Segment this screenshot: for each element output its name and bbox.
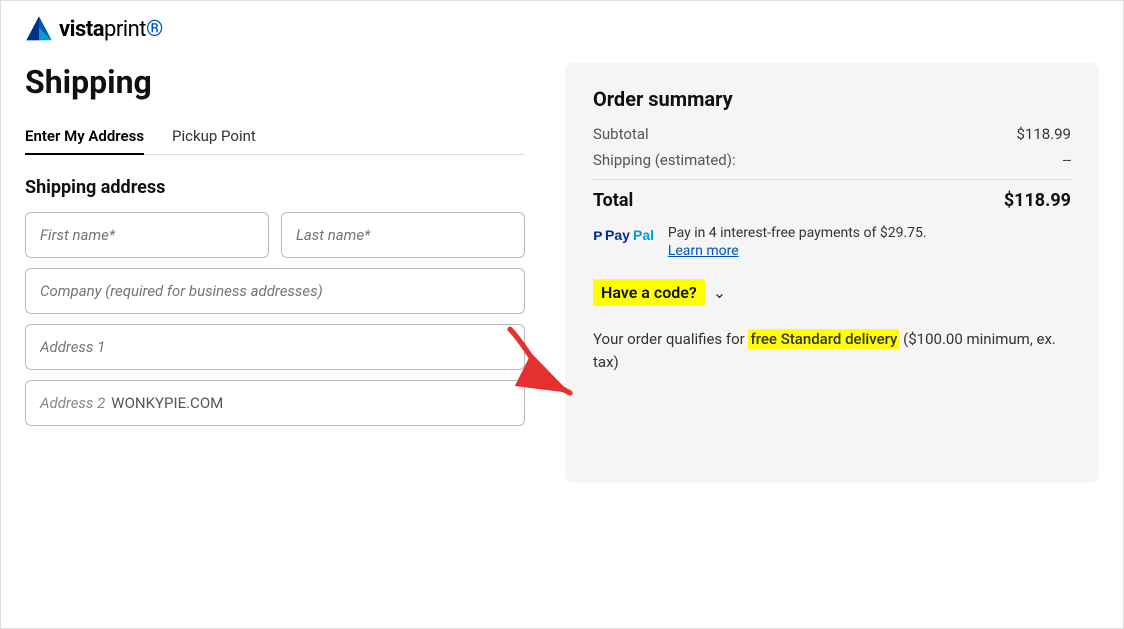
shipping-tabs: Enter My Address Pickup Point — [25, 119, 525, 155]
paypal-payment-text: Pay in 4 interest-free payments of $29.7… — [668, 225, 927, 241]
tab-enter-my-address[interactable]: Enter My Address — [25, 119, 144, 155]
svg-text:Pal: Pal — [633, 227, 654, 243]
paypal-icon: Pay Pal — [605, 226, 660, 244]
shipping-value: -- — [1063, 151, 1071, 169]
shipping-row: Shipping (estimated): -- — [593, 151, 1071, 169]
address2-field-wrap: Address 2 WONKYPIE.COM — [25, 380, 525, 426]
svg-text:Pay: Pay — [605, 227, 630, 243]
logo-text: vistaprint® — [59, 17, 163, 42]
paypal-section: ᴘ Pay Pal Pay in 4 interest-free payment… — [593, 225, 1071, 259]
logo: vistaprint® — [25, 15, 1099, 43]
address1-field-wrap — [25, 324, 525, 370]
subtotal-row: Subtotal $118.99 — [593, 125, 1071, 143]
free-delivery-text-prefix: Your order qualifies for — [593, 330, 748, 348]
vistaprint-logo-icon — [25, 15, 53, 43]
shipping-address-section: Shipping address — [25, 177, 525, 426]
subtotal-label: Subtotal — [593, 125, 649, 143]
tab-pickup-point[interactable]: Pickup Point — [172, 119, 256, 155]
header: vistaprint® — [1, 1, 1123, 53]
subtotal-value: $118.99 — [1016, 125, 1071, 143]
shipping-address-title: Shipping address — [25, 177, 525, 198]
learn-more-link[interactable]: Learn more — [668, 243, 927, 259]
order-summary-title: Order summary — [593, 87, 1071, 111]
total-label: Total — [593, 190, 633, 211]
name-row — [25, 212, 525, 258]
last-name-input[interactable] — [281, 212, 525, 258]
page-wrapper: vistaprint® Shipping Enter My Address Pi… — [1, 1, 1123, 628]
company-input[interactable] — [25, 268, 525, 314]
summary-divider — [593, 179, 1071, 180]
chevron-down-icon[interactable]: ⌄ — [713, 283, 726, 302]
main-content: Shipping Enter My Address Pickup Point S… — [1, 53, 1123, 628]
address2-input[interactable]: Address 2 WONKYPIE.COM — [25, 380, 525, 426]
paypal-logo: ᴘ Pay Pal — [593, 225, 660, 245]
order-summary-panel: Order summary Subtotal $118.99 Shipping … — [565, 63, 1099, 483]
total-row: Total $118.99 — [593, 190, 1071, 211]
free-delivery-highlight: free Standard delivery — [748, 329, 899, 349]
page-title: Shipping — [25, 63, 525, 101]
company-field-wrap — [25, 268, 525, 314]
have-code-label[interactable]: Have a code? — [593, 279, 705, 306]
left-column: Shipping Enter My Address Pickup Point S… — [25, 53, 565, 628]
free-delivery-notice: Your order qualifies for free Standard d… — [593, 328, 1071, 373]
total-value: $118.99 — [1004, 190, 1071, 211]
first-name-input[interactable] — [25, 212, 269, 258]
have-a-code-section[interactable]: Have a code? ⌄ — [593, 275, 1071, 310]
shipping-label: Shipping (estimated): — [593, 151, 736, 169]
address1-input[interactable] — [25, 324, 525, 370]
paypal-info: Pay in 4 interest-free payments of $29.7… — [668, 225, 927, 259]
